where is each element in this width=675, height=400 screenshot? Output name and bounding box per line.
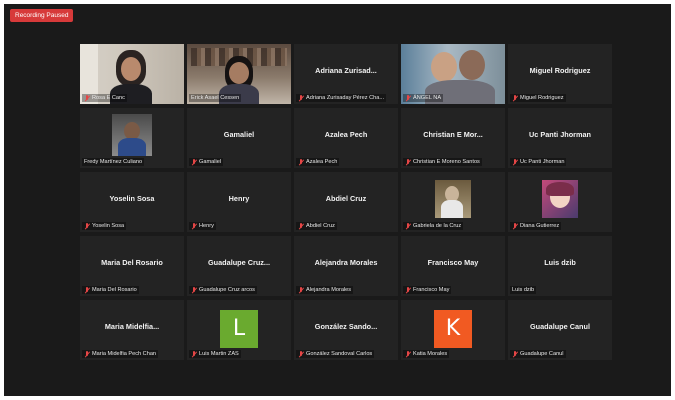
muted-mic-icon (191, 222, 197, 230)
recording-paused-badge[interactable]: Recording Paused (10, 9, 74, 22)
participant-display-name: Abdiel Cruz (325, 194, 367, 203)
participant-display-name: Maria Del Rosario (101, 258, 163, 267)
muted-mic-icon (84, 94, 90, 102)
profile-photo (435, 180, 471, 218)
muted-mic-icon (84, 350, 90, 358)
muted-mic-icon (298, 222, 304, 230)
participant-caption: Christian E Moreno Santos (403, 158, 482, 166)
participant-tile[interactable]: Alejandra Morales Alejandra Morales (294, 236, 398, 296)
muted-mic-icon (512, 158, 518, 166)
profile-photo (542, 180, 578, 218)
participant-display-name: Azalea Pech (324, 130, 368, 139)
participant-display-name: Adriana Zurisad... (315, 66, 377, 75)
participant-tile[interactable]: Uc Panti Jhorman Uc Panti Jhorman (508, 108, 612, 168)
meeting-window: Recording Paused Rosa E Canc Erick Asael… (4, 4, 671, 396)
participant-display-name: Guadalupe Canul (529, 322, 590, 331)
muted-mic-icon (405, 94, 411, 102)
participant-caption: Maria Midelfia Pech Chan (82, 350, 159, 358)
participant-caption: Abdiel Cruz (296, 222, 337, 230)
muted-mic-icon (84, 222, 90, 230)
participant-caption: Adriana Zurisaday Pérez Cha... (296, 94, 387, 102)
participant-display-name: Francisco May (427, 258, 479, 267)
participant-display-name: Guadalupe Cruz... (207, 258, 271, 267)
participant-caption: Erick Asael Cessen (189, 94, 242, 102)
muted-mic-icon (512, 222, 518, 230)
participant-caption: Luis Martin ZAS (189, 350, 241, 358)
video-thumbnail (112, 114, 152, 156)
participant-caption: Guadalupe Cruz arcos (189, 286, 257, 294)
participant-tile[interactable]: Maria Del Rosario Maria Del Rosario (80, 236, 184, 296)
participant-tile[interactable]: Miguel Rodriguez Miguel Rodriguez (508, 44, 612, 104)
gallery-grid: Rosa E Canc Erick Asael Cessen Adriana Z… (80, 44, 612, 360)
participant-tile-active-speaker[interactable]: Erick Asael Cessen (187, 44, 291, 104)
muted-mic-icon (405, 158, 411, 166)
muted-mic-icon (298, 158, 304, 166)
participant-display-name: Christian E Mor... (423, 130, 483, 139)
participant-display-name: Gamaliel (223, 130, 255, 139)
participant-tile[interactable]: Adriana Zurisad... Adriana Zurisaday Pér… (294, 44, 398, 104)
participant-caption: Gabriela de la Cruz (403, 222, 464, 230)
participant-tile[interactable]: Maria Midelfia... Maria Midelfia Pech Ch… (80, 300, 184, 360)
participant-display-name: Henry (228, 194, 250, 203)
muted-mic-icon (512, 94, 518, 102)
participant-tile[interactable]: Rosa E Canc (80, 44, 184, 104)
participant-tile[interactable]: Azalea Pech Azalea Pech (294, 108, 398, 168)
muted-mic-icon (298, 286, 304, 294)
participant-caption: Azalea Pech (296, 158, 340, 166)
participant-caption: González Sandoval Carlos (296, 350, 375, 358)
participant-caption: Luis dzib (510, 286, 537, 294)
participant-display-name: González Sando... (314, 322, 378, 331)
participant-caption: Maria Del Rosario (82, 286, 139, 294)
participant-tile[interactable]: Christian E Mor... Christian E Moreno Sa… (401, 108, 505, 168)
participant-tile[interactable]: Luis dzib Luis dzib (508, 236, 612, 296)
participant-tile[interactable]: Henry Henry (187, 172, 291, 232)
participant-caption: Yoselin Sosa (82, 222, 127, 230)
muted-mic-icon (191, 350, 197, 358)
participant-caption: Miguel Rodriguez (510, 94, 566, 102)
muted-mic-icon (298, 94, 304, 102)
participant-display-name: Uc Panti Jhorman (528, 130, 592, 139)
participant-caption: Diana Gutierrez (510, 222, 562, 230)
avatar-letter-k: K (434, 310, 472, 348)
participant-tile[interactable]: Gamaliel Gamaliel (187, 108, 291, 168)
participant-caption: ÁNGEL NA (403, 94, 444, 102)
participant-tile[interactable]: Abdiel Cruz Abdiel Cruz (294, 172, 398, 232)
participant-tile[interactable]: ÁNGEL NA (401, 44, 505, 104)
muted-mic-icon (405, 286, 411, 294)
muted-mic-icon (512, 350, 518, 358)
participant-caption: Fredy Martínez Culiano (82, 158, 145, 166)
muted-mic-icon (405, 350, 411, 358)
participant-caption: Gamaliel (189, 158, 224, 166)
participant-tile[interactable]: González Sando... González Sandoval Carl… (294, 300, 398, 360)
muted-mic-icon (84, 286, 90, 294)
participant-tile[interactable]: Yoselin Sosa Yoselin Sosa (80, 172, 184, 232)
participant-caption: Francisco May (403, 286, 452, 294)
muted-mic-icon (191, 286, 197, 294)
participant-display-name: Miguel Rodriguez (529, 66, 591, 75)
muted-mic-icon (191, 158, 197, 166)
participant-tile[interactable]: Guadalupe Cruz... Guadalupe Cruz arcos (187, 236, 291, 296)
participant-display-name: Luis dzib (544, 258, 576, 267)
participant-display-name: Alejandra Morales (314, 258, 378, 267)
participant-tile[interactable]: Fredy Martínez Culiano (80, 108, 184, 168)
meeting-controls-area (4, 370, 671, 396)
participant-tile[interactable]: Guadalupe Canul Guadalupe Canul (508, 300, 612, 360)
avatar-letter-l: L (220, 310, 258, 348)
muted-mic-icon (298, 350, 304, 358)
participant-caption: Henry (189, 222, 216, 230)
muted-mic-icon (405, 222, 411, 230)
participant-caption: Katia Morales (403, 350, 450, 358)
participant-caption: Uc Panti Jhorman (510, 158, 567, 166)
participant-caption: Alejandra Morales (296, 286, 354, 294)
participant-display-name: Maria Midelfia... (104, 322, 160, 331)
participant-caption: Guadalupe Canul (510, 350, 566, 358)
participant-caption: Rosa E Canc (82, 94, 127, 102)
participant-tile[interactable]: L Luis Martin ZAS (187, 300, 291, 360)
participant-tile[interactable]: Gabriela de la Cruz (401, 172, 505, 232)
participant-tile[interactable]: K Katia Morales (401, 300, 505, 360)
participant-tile[interactable]: Diana Gutierrez (508, 172, 612, 232)
participant-display-name: Yoselin Sosa (109, 194, 155, 203)
participant-tile[interactable]: Francisco May Francisco May (401, 236, 505, 296)
